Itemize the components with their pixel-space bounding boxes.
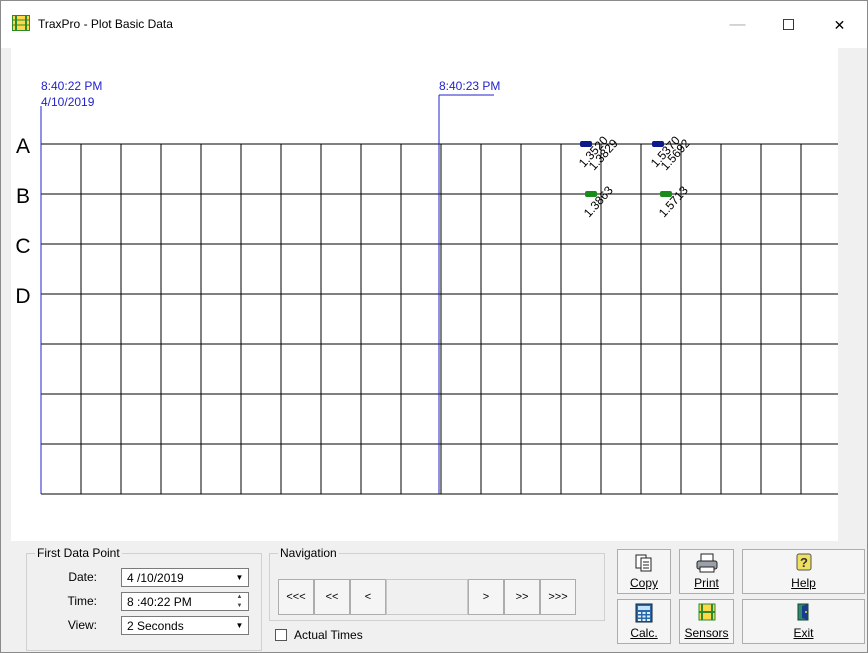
help-icon: ? (796, 553, 812, 574)
title-bar[interactable]: TraxPro - Plot Basic Data — ☐ ✕ (1, 1, 867, 48)
traxpro-app-icon (12, 15, 30, 36)
printer-icon (696, 553, 718, 576)
row-label: A (16, 135, 30, 158)
copy-button[interactable]: Copy (617, 549, 671, 594)
cursor-date-label: 4/10/2019 (41, 95, 95, 109)
navigation-title: Navigation (278, 546, 339, 560)
view-select[interactable]: 2 Seconds ▼ (121, 616, 249, 635)
print-label: Print (694, 576, 719, 590)
nav-last-button[interactable]: >>> (540, 579, 576, 615)
date-label: Date: (68, 570, 97, 584)
calculator-icon (635, 603, 653, 626)
row-labels: A B C D (15, 135, 30, 308)
row-label: C (15, 235, 30, 258)
spinner-icon[interactable]: ▲ ▼ (231, 593, 248, 610)
maximize-button[interactable]: ☐ (766, 11, 811, 39)
minimize-button[interactable]: — (715, 11, 760, 39)
nav-first-button[interactable]: <<< (278, 579, 314, 615)
date-value: 4 /10/2019 (127, 571, 184, 585)
sensors-icon (698, 603, 716, 624)
cursor-time-label: 8:40:22 PM (41, 79, 102, 93)
navigation-group: Navigation <<< << < > >> >>> (269, 546, 605, 621)
time-label: Time: (67, 594, 97, 608)
copy-icon (634, 553, 654, 576)
calc-label: Calc. (630, 626, 658, 640)
exit-label: Exit (793, 626, 814, 640)
chevron-down-icon[interactable]: ▼ (231, 569, 248, 586)
sensors-label: Sensors (684, 626, 729, 640)
control-panel: First Data Point Date: 4 /10/2019 ▼ Time… (1, 541, 867, 652)
first-data-point-title: First Data Point (35, 546, 122, 560)
plot-area[interactable]: 8:40:22 PM 4/10/2019 8:40:23 PM ABCD 1.352… (11, 48, 838, 541)
sensors-button[interactable]: Sensors (679, 599, 734, 644)
time-cursors: 8:40:22 PM 4/10/2019 8:40:23 PM (40, 79, 500, 494)
row-label: D (15, 285, 30, 308)
help-button[interactable]: ? Help (742, 549, 865, 594)
readings: 1.35201.3829 1.53701.56921.3863 1.5713 (576, 133, 693, 220)
app-window: TraxPro - Plot Basic Data — ☐ ✕ 8:40:22 … (0, 0, 868, 653)
svg-text:?: ? (800, 555, 808, 570)
window-title: TraxPro - Plot Basic Data (38, 17, 173, 31)
row-label: B (16, 185, 30, 208)
help-label: Help (791, 576, 816, 590)
chevron-down-icon[interactable]: ▼ (231, 617, 248, 634)
reading-value: 1.5713 (656, 183, 691, 220)
nav-position-track[interactable] (386, 579, 468, 615)
cursor-time-label: 8:40:23 PM (439, 79, 500, 93)
time-value: 8 :40:22 PM (127, 595, 192, 609)
actual-times-label[interactable]: Actual Times (294, 628, 363, 642)
actual-times-checkbox[interactable] (275, 629, 287, 641)
first-data-point-group: First Data Point Date: 4 /10/2019 ▼ Time… (26, 546, 262, 651)
nav-back-fast-button[interactable]: << (314, 579, 350, 615)
view-value: 2 Seconds (127, 619, 184, 633)
copy-label: Copy (629, 576, 658, 590)
calc-button[interactable]: Calc. (617, 599, 671, 644)
print-button[interactable]: Print (679, 549, 734, 594)
date-picker[interactable]: 4 /10/2019 ▼ (121, 568, 249, 587)
view-label: View: (67, 618, 97, 632)
plot-canvas: 8:40:22 PM4/10/20198:40:23 PM ABCD 1.352… (15, 79, 838, 495)
nav-forward-fast-button[interactable]: >> (504, 579, 540, 615)
reading-value: 1.3863 (581, 183, 616, 220)
close-button[interactable]: ✕ (817, 11, 862, 39)
exit-button[interactable]: Exit (742, 599, 865, 644)
time-picker[interactable]: 8 :40:22 PM ▲ ▼ (121, 592, 249, 611)
nav-back-button[interactable]: < (350, 579, 386, 615)
nav-forward-button[interactable]: > (468, 579, 504, 615)
exit-door-icon (796, 603, 812, 624)
